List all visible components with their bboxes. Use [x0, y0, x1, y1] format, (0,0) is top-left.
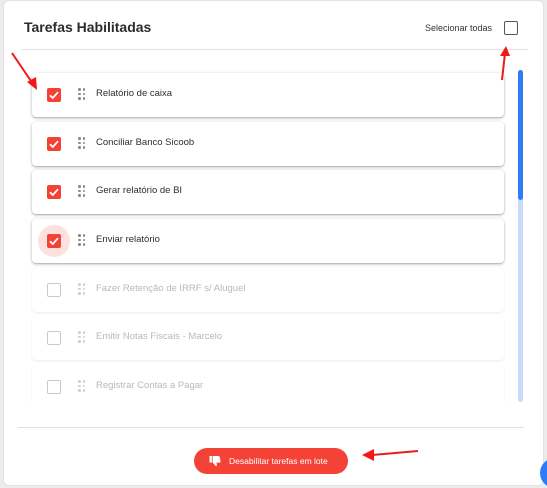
- annotation-arrows: [11, 46, 510, 461]
- annotation-arrow-button: [371, 450, 419, 456]
- annotation-arrow-checkbox: [11, 52, 34, 85]
- annotation-arrow-select-all: [501, 52, 506, 81]
